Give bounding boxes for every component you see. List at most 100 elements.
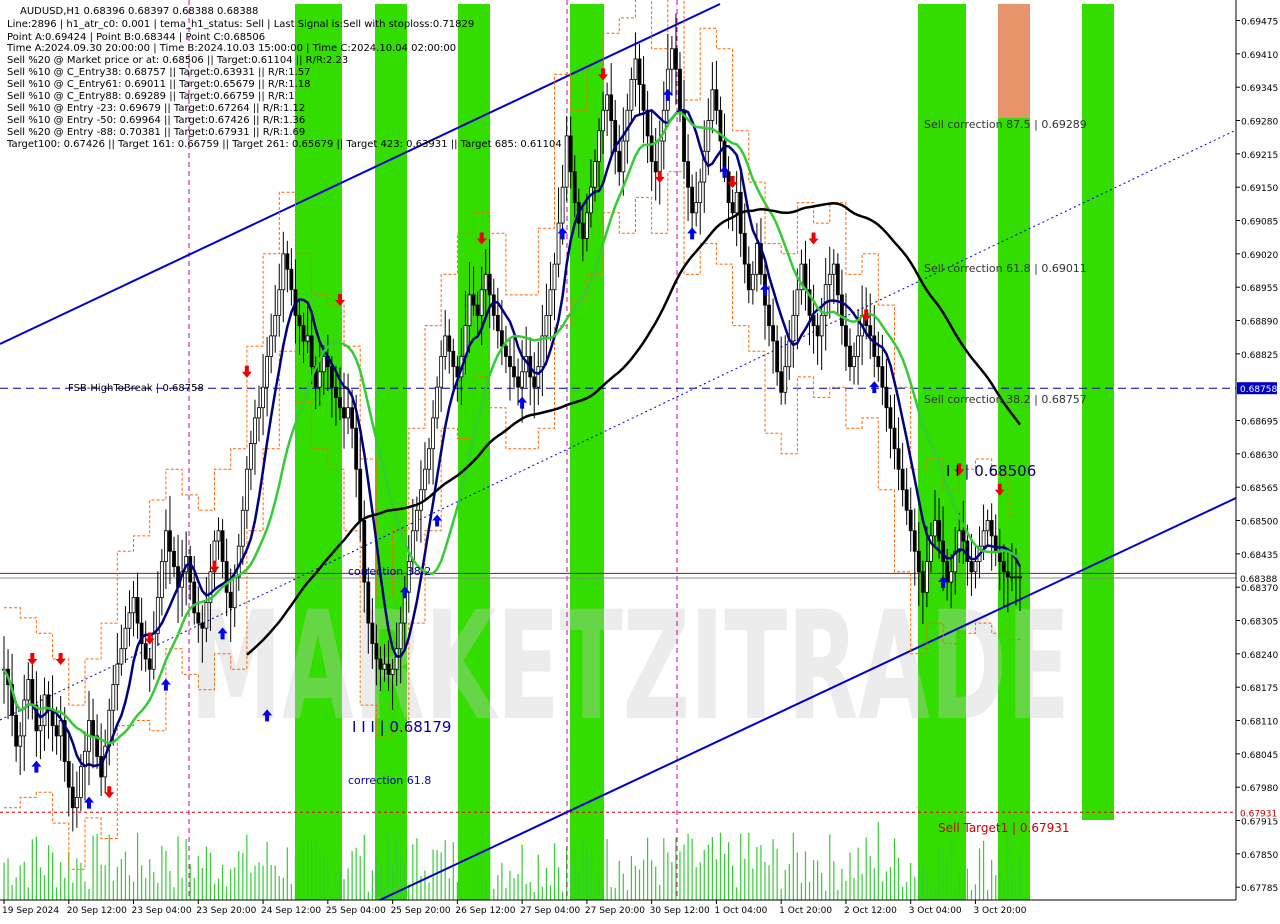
candle-body xyxy=(771,325,775,342)
up-arrow-icon xyxy=(160,678,171,691)
candle-body xyxy=(1001,561,1006,573)
x-tick-label: 3 Oct 04:00 xyxy=(909,906,962,916)
chart-canvas[interactable]: MARKETZITRADE Sell correction 87.5 | 0.6… xyxy=(0,0,1280,920)
candle-body xyxy=(649,135,654,162)
candle-body xyxy=(548,289,553,316)
watermark-text: MARKETZITRADE xyxy=(190,580,1070,754)
info-line: Sell %10 @ Entry -50: 0.69964 || Target:… xyxy=(7,115,305,126)
candle-body xyxy=(544,314,549,337)
candle-body xyxy=(835,263,840,296)
candle-body xyxy=(172,550,176,568)
candle-body xyxy=(66,761,71,788)
candle-body xyxy=(621,140,626,173)
candle-body xyxy=(435,386,440,419)
info-line: Sell %20 @ Entry -88: 0.70381 || Target:… xyxy=(7,127,305,138)
candle-body xyxy=(334,386,338,398)
candle-body xyxy=(342,407,346,419)
candle-body xyxy=(204,602,209,629)
candle-body xyxy=(479,289,484,316)
candle-body xyxy=(993,535,998,552)
candle-body xyxy=(475,304,480,316)
x-tick-label: 25 Sep 20:00 xyxy=(391,906,451,916)
y-tick-label: 0.69085 xyxy=(1241,218,1278,228)
candle-body xyxy=(321,356,326,373)
y-tick-label: 0.67850 xyxy=(1241,851,1278,861)
x-tick-label: 23 Sep 04:00 xyxy=(132,906,192,916)
point-c-label: I I | 0.68506 xyxy=(946,462,1036,480)
candle-body xyxy=(249,443,253,470)
candle-body xyxy=(350,407,355,429)
candle-body xyxy=(710,89,715,121)
lower-band-line xyxy=(4,171,1020,870)
candle-body xyxy=(674,48,678,70)
candle-body xyxy=(690,186,695,214)
candle-body xyxy=(253,417,257,444)
candle-body xyxy=(750,273,755,291)
down-arrow-icon xyxy=(209,560,220,573)
candle-body xyxy=(495,314,500,332)
candle-body xyxy=(985,520,990,532)
candle-body xyxy=(289,268,294,291)
trading-chart[interactable]: MARKETZITRADE Sell correction 87.5 | 0.6… xyxy=(0,0,1280,920)
candle-body xyxy=(115,663,120,686)
candle-body xyxy=(220,530,225,562)
candle-body xyxy=(168,530,172,552)
candle-body xyxy=(370,622,375,644)
sell-correction-618-label: Sell correction 61.8 | 0.69011 xyxy=(924,262,1087,275)
x-tick-label: 23 Sep 20:00 xyxy=(196,906,256,916)
candle-body xyxy=(669,48,674,70)
candle-body xyxy=(706,120,711,152)
symbol-line: AUDUSD,H1 0.68396 0.68397 0.68388 0.6838… xyxy=(20,6,258,17)
x-tick-label: 27 Sep 04:00 xyxy=(520,906,580,916)
up-arrow-icon xyxy=(869,381,880,394)
candle-body xyxy=(629,79,634,111)
candle-body xyxy=(767,304,771,327)
candle-body xyxy=(281,253,286,291)
candle-body xyxy=(597,130,601,162)
candle-body xyxy=(127,612,132,629)
candle-body xyxy=(848,345,852,368)
y-tick-label: 0.69345 xyxy=(1241,84,1278,94)
y-tick-label: 0.69475 xyxy=(1241,18,1278,28)
candle-body xyxy=(844,325,848,347)
y-tick-label: 0.68240 xyxy=(1241,651,1278,661)
candle-body xyxy=(508,356,512,368)
candle-body xyxy=(188,556,193,583)
candle-body xyxy=(54,725,59,737)
x-tick-label: 30 Sep 12:00 xyxy=(650,906,710,916)
y-tick-label: 0.68695 xyxy=(1241,418,1278,428)
candle-body xyxy=(119,648,124,665)
candle-body xyxy=(257,407,261,419)
candle-body xyxy=(297,314,302,327)
candle-body xyxy=(601,109,605,132)
candle-body xyxy=(572,171,577,203)
candle-body xyxy=(742,232,747,265)
y-tick-label: 0.68370 xyxy=(1241,584,1278,594)
candle-body xyxy=(147,658,152,670)
candle-body xyxy=(1010,576,1014,579)
y-tick-label: 0.67785 xyxy=(1241,884,1278,894)
candle-body xyxy=(26,679,31,701)
candle-body xyxy=(584,212,589,239)
x-tick-label: 20 Sep 12:00 xyxy=(67,906,127,916)
candle-body xyxy=(815,325,820,337)
candle-body xyxy=(637,58,642,86)
x-tick-label: 3 Oct 20:00 xyxy=(973,906,1026,916)
y-tick-label: 0.68305 xyxy=(1241,618,1278,628)
candle-body xyxy=(831,263,836,275)
y-tick-label: 0.69280 xyxy=(1241,118,1278,128)
candle-body xyxy=(888,407,893,429)
candle-body xyxy=(483,273,488,291)
candle-body xyxy=(18,735,23,747)
candle-body xyxy=(423,468,427,491)
info-line: Sell %10 @ C_Entry88: 0.69289 || Target:… xyxy=(7,91,295,102)
candle-body xyxy=(791,314,796,342)
candle-body xyxy=(568,135,573,173)
candle-body xyxy=(609,94,614,121)
up-arrow-icon xyxy=(759,283,770,296)
candle-body xyxy=(512,366,516,378)
candle-body xyxy=(892,427,897,450)
info-line: Target100: 0.67426 || Target 161: 0.6675… xyxy=(6,139,562,150)
info-line: Sell %10 @ Entry -23: 0.69679 || Target:… xyxy=(7,103,305,114)
down-arrow-icon xyxy=(27,652,38,665)
